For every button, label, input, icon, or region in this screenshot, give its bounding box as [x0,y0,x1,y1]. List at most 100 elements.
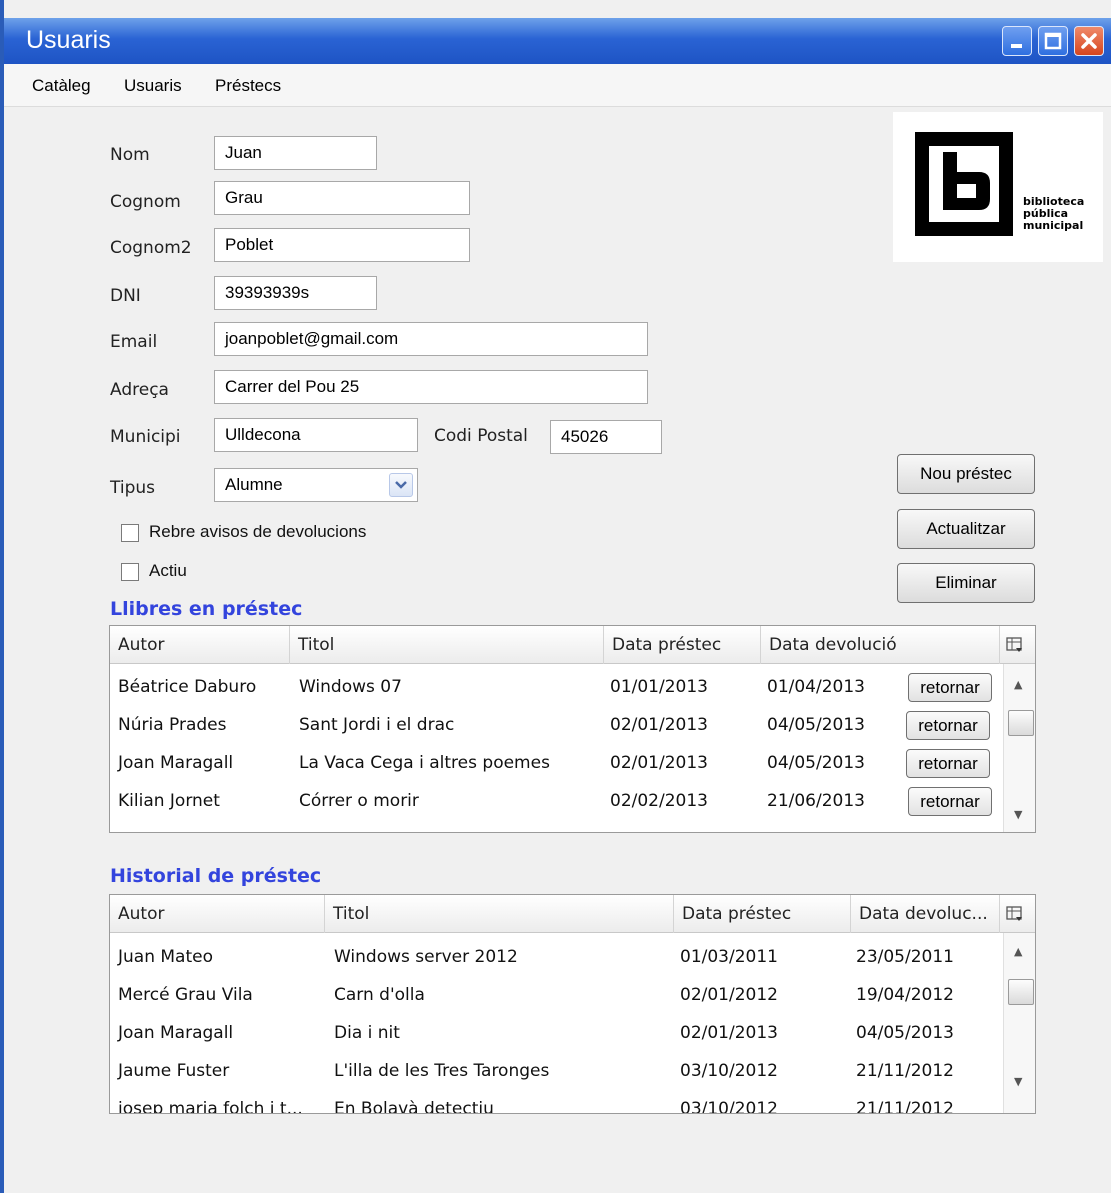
loan-data-prestec: 02/01/2013 [610,753,708,773]
minimize-icon [1011,44,1022,48]
loan-data-devolucio: 01/04/2013 [767,677,865,697]
loans-col-data-devolucio[interactable]: Data devolució [761,626,1000,664]
history-data-prestec: 02/01/2012 [680,985,778,1005]
history-data-prestec: 02/01/2013 [680,1023,778,1043]
nou-prestec-button[interactable]: Nou préstec [897,454,1035,494]
municipi-field[interactable]: Ulldecona [214,418,418,452]
history-titol: Carn d'olla [334,985,425,1005]
retornar-button[interactable]: retornar [908,673,992,702]
loans-scrollbar[interactable]: ▲ ▼ [1003,664,1035,832]
cognom-field[interactable]: Grau [214,181,470,215]
history-autor: Juan Mateo [118,947,213,967]
scroll-down-icon[interactable]: ▼ [1014,808,1022,821]
maximize-icon [1044,32,1062,50]
loan-titol: La Vaca Cega i altres poemes [299,753,550,773]
close-icon [1081,33,1097,49]
loans-col-titol[interactable]: Titol [290,626,604,664]
minimize-button[interactable] [1002,26,1032,56]
window-title: Usuaris [26,26,111,54]
avisos-label: Rebre avisos de devolucions [149,522,367,541]
loan-data-prestec: 02/02/2013 [610,791,708,811]
tipus-select-value: Alumne [225,475,283,494]
history-col-data-devolucio[interactable]: Data devoluc... [851,895,1000,933]
loan-autor: Béatrice Daburo [118,677,257,697]
email-field[interactable]: joanpoblet@gmail.com [214,322,648,356]
history-data-prestec: 03/10/2012 [680,1099,778,1114]
table-row[interactable]: Juan Mateo Windows server 2012 01/03/201… [110,938,1000,976]
retornar-button[interactable]: retornar [908,787,992,816]
history-data-devolucio: 23/05/2011 [856,947,954,967]
menu-usuaris[interactable]: Usuaris [124,76,182,96]
logo-text-municipal: municipal [1023,219,1084,232]
table-row[interactable]: Núria Prades Sant Jordi i el drac 02/01/… [110,706,1000,744]
adreca-label: Adreça [110,380,169,400]
nom-field[interactable]: Juan [214,136,377,170]
title-bar[interactable]: Usuaris [4,18,1111,64]
dni-label: DNI [110,286,141,306]
table-row[interactable]: Béatrice Daburo Windows 07 01/01/2013 01… [110,668,1000,706]
email-label: Email [110,332,158,352]
tipus-select[interactable]: Alumne [214,468,418,502]
table-row[interactable]: Mercé Grau Vila Carn d'olla 02/01/2012 1… [110,976,1000,1014]
close-button[interactable] [1074,26,1104,56]
loan-autor: Joan Maragall [118,753,234,773]
scroll-thumb[interactable] [1008,979,1034,1005]
history-data-devolucio: 04/05/2013 [856,1023,954,1043]
history-grid-header: Autor Titol Data préstec Data devoluc... [110,895,1035,933]
history-col-titol[interactable]: Titol [325,895,674,933]
actiu-checkbox[interactable] [121,563,139,581]
loan-data-prestec: 02/01/2013 [610,715,708,735]
scroll-down-icon[interactable]: ▼ [1014,1075,1022,1088]
table-row[interactable]: Joan Maragall La Vaca Cega i altres poem… [110,744,1000,782]
history-autor: josep maria folch i t... [118,1099,303,1114]
history-data-devolucio: 19/04/2012 [856,985,954,1005]
dni-field[interactable]: 39393939s [214,276,377,310]
table-row[interactable]: Kilian Jornet Córrer o morir 02/02/2013 … [110,782,1000,820]
scroll-up-icon[interactable]: ▲ [1014,678,1022,691]
table-row[interactable]: josep maria folch i t... En Bolavà detec… [110,1090,1000,1114]
history-data-prestec: 03/10/2012 [680,1061,778,1081]
menu-prestecs[interactable]: Préstecs [215,76,281,96]
chevron-down-icon[interactable] [389,473,413,497]
history-col-data-prestec[interactable]: Data préstec [674,895,851,933]
eliminar-button[interactable]: Eliminar [897,563,1035,603]
history-data-devolucio: 21/11/2012 [856,1099,954,1114]
loan-data-devolucio: 04/05/2013 [767,715,865,735]
retornar-button[interactable]: retornar [906,749,990,778]
loans-col-data-prestec[interactable]: Data préstec [604,626,761,664]
adreca-field[interactable]: Carrer del Pou 25 [214,370,648,404]
history-grid: Autor Titol Data préstec Data devoluc...… [109,894,1036,1114]
avisos-checkbox[interactable] [121,524,139,542]
table-row[interactable]: Jaume Fuster L'illa de les Tres Taronges… [110,1052,1000,1090]
loans-col-autor[interactable]: Autor [110,626,290,664]
loan-titol: Sant Jordi i el drac [299,715,455,735]
actiu-label: Actiu [149,561,187,580]
scroll-up-icon[interactable]: ▲ [1014,945,1022,958]
history-data-devolucio: 21/11/2012 [856,1061,954,1081]
history-scrollbar[interactable]: ▲ ▼ [1003,933,1035,1113]
column-chooser-icon[interactable] [1006,636,1024,658]
column-chooser-icon[interactable] [1006,905,1024,927]
loans-section-title: Llibres en préstec [110,598,303,620]
history-autor: Joan Maragall [118,1023,234,1043]
table-row[interactable]: Joan Maragall Dia i nit 02/01/2013 04/05… [110,1014,1000,1052]
history-col-autor[interactable]: Autor [110,895,325,933]
codi-postal-label: Codi Postal [434,426,528,446]
loan-titol: Windows 07 [299,677,402,697]
retornar-button[interactable]: retornar [906,711,990,740]
history-titol: Dia i nit [334,1023,400,1043]
cognom2-field[interactable]: Poblet [214,228,470,262]
history-titol: Windows server 2012 [334,947,518,967]
actualitzar-button[interactable]: Actualitzar [897,509,1035,549]
history-titol: En Bolavà detectiu [334,1099,494,1114]
menu-bar: Catàleg Usuaris Préstecs [4,64,1111,107]
library-logo-mark [915,132,1013,236]
menu-cataleg[interactable]: Catàleg [32,76,91,96]
scroll-thumb[interactable] [1008,710,1034,736]
usuaris-window: Usuaris Catàleg Usuaris Préstecs Nom Cog… [0,0,1111,1193]
maximize-button[interactable] [1038,26,1068,56]
codi-postal-field[interactable]: 45026 [550,420,662,454]
loans-grid: Autor Titol Data préstec Data devolució … [109,625,1036,833]
history-data-prestec: 01/03/2011 [680,947,778,967]
nom-label: Nom [110,145,150,165]
